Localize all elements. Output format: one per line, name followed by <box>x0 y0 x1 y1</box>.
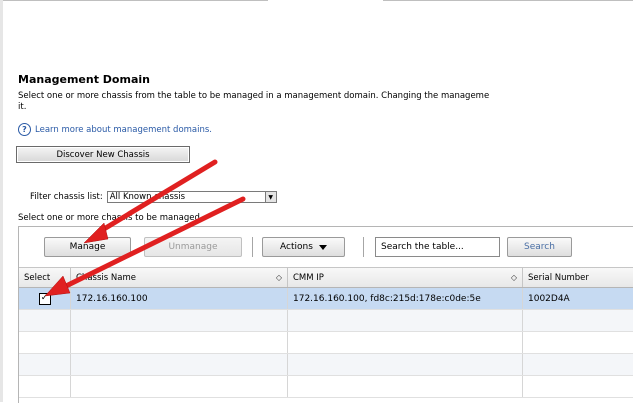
column-header-select: Select <box>19 268 71 287</box>
empty-cell <box>71 310 288 331</box>
manage-button[interactable]: Manage <box>44 237 131 257</box>
actions-menu-button[interactable]: Actions <box>262 237 345 257</box>
table-row-empty <box>19 310 633 332</box>
empty-cell <box>288 332 523 353</box>
row-checkbox[interactable]: ✓ <box>38 292 51 305</box>
empty-cell <box>71 354 288 375</box>
table-body: ✓ 172.16.160.100 172.16.160.100, fd8c:21… <box>19 288 633 398</box>
empty-cell <box>523 332 633 353</box>
learn-more-label[interactable]: Learn more about management domains. <box>35 125 212 135</box>
empty-cell <box>288 354 523 375</box>
column-label: Chassis Name <box>76 272 136 283</box>
toolbar-separator <box>252 237 253 257</box>
table-toolbar: Manage Unmanage Actions Search the table… <box>19 227 633 268</box>
chevron-down-icon <box>318 244 327 250</box>
column-header-cmm-ip[interactable]: CMM IP ◇ <box>288 268 523 287</box>
unmanage-button[interactable]: Unmanage <box>144 237 242 257</box>
empty-cell <box>19 310 71 331</box>
empty-cell <box>19 354 71 375</box>
cmm-ip-cell: 172.16.160.100, fd8c:215d:178e:c0de:5e <box>288 288 523 309</box>
filter-chassis-select[interactable]: All Known chassis ▼ <box>106 191 277 203</box>
table-row-empty <box>19 332 633 354</box>
table-search-input[interactable]: Search the table... <box>375 237 500 257</box>
empty-cell <box>19 376 71 397</box>
section-title: Management Domain <box>18 73 150 86</box>
filter-label: Filter chassis list: <box>30 192 103 202</box>
help-circle-icon: ? <box>18 123 31 136</box>
chassis-name-cell: 172.16.160.100 <box>71 288 288 309</box>
toolbar-separator <box>363 237 364 257</box>
empty-cell <box>523 354 633 375</box>
column-label: Select <box>24 272 51 283</box>
section-description: Select one or more chassis from the tabl… <box>18 91 490 101</box>
column-label: CMM IP <box>293 272 324 283</box>
empty-cell <box>288 376 523 397</box>
top-divider-left <box>0 0 268 1</box>
actions-label: Actions <box>280 242 313 252</box>
table-row-empty <box>19 354 633 376</box>
empty-cell <box>523 376 633 397</box>
page-left-border <box>0 0 3 402</box>
empty-cell <box>19 332 71 353</box>
empty-cell <box>71 332 288 353</box>
column-header-serial-number[interactable]: Serial Number <box>523 268 633 287</box>
table-header: Select Chassis Name ◇ CMM IP ◇ Serial Nu… <box>19 268 633 288</box>
chassis-table: Manage Unmanage Actions Search the table… <box>18 226 633 403</box>
empty-cell <box>523 310 633 331</box>
discover-new-chassis-button[interactable]: Discover New Chassis <box>16 146 190 163</box>
filter-row: Filter chassis list: All Known chassis ▼ <box>30 191 277 203</box>
learn-more-link[interactable]: ? Learn more about management domains. <box>18 123 212 136</box>
sort-icon[interactable]: ◇ <box>511 273 517 282</box>
select-instruction: Select one or more chassis to be managed… <box>18 213 203 223</box>
top-divider-right <box>383 0 633 1</box>
filter-selected-value: All Known chassis <box>109 192 186 202</box>
table-row[interactable]: ✓ 172.16.160.100 172.16.160.100, fd8c:21… <box>19 288 633 310</box>
empty-cell <box>288 310 523 331</box>
table-row-empty <box>19 376 633 398</box>
section-description-continued: it. <box>18 102 27 112</box>
chevron-down-icon[interactable]: ▼ <box>264 192 276 202</box>
row-select-cell: ✓ <box>19 288 71 309</box>
column-header-chassis-name[interactable]: Chassis Name ◇ <box>71 268 288 287</box>
sort-icon[interactable]: ◇ <box>276 273 282 282</box>
serial-number-cell: 1002D4A <box>523 288 633 309</box>
empty-cell <box>71 376 288 397</box>
column-label: Serial Number <box>528 272 589 283</box>
search-button[interactable]: Search <box>507 237 572 257</box>
